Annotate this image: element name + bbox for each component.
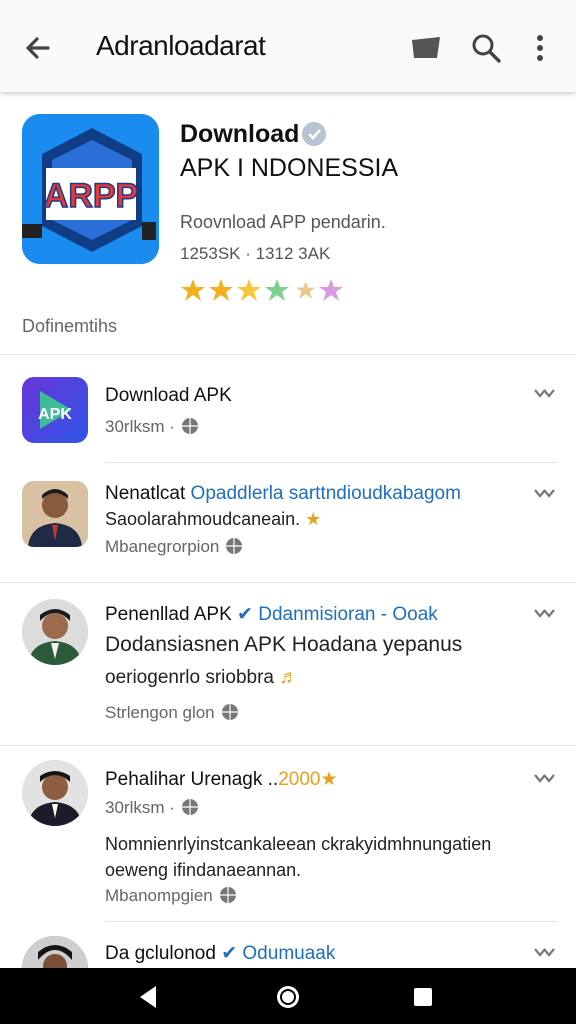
chevron-down-icon[interactable]	[532, 485, 556, 503]
system-nav-bar	[0, 968, 576, 1024]
chevron-down-icon[interactable]	[532, 770, 556, 788]
avatar	[22, 760, 88, 826]
item-subtitle: Saoolarahmoudcaneain. ★	[105, 509, 322, 529]
app-icon[interactable]: ARPP	[22, 114, 159, 264]
chevron-down-icon[interactable]	[532, 385, 556, 403]
star-icon	[209, 279, 233, 301]
item-subtitle: Nomnienrlyinstcankaleean ckrakyidmhnunga…	[105, 834, 492, 854]
svg-text:APK: APK	[38, 406, 72, 423]
app-header-card: ARPP Download APK I NDONESSIA Roovnload …	[0, 92, 576, 355]
globe-icon	[181, 418, 198, 434]
item-title: Penenllad APK ✔ Ddanmisioran - Ooak	[105, 604, 438, 625]
item-meta: 30rlksm ·	[105, 417, 199, 437]
app-bar: Adranloadarat	[0, 0, 576, 92]
chevron-down-icon[interactable]	[532, 944, 556, 962]
globe-icon	[221, 704, 238, 720]
list-item[interactable]: Nenatlcat Opaddlerla sarttndioudkabagom …	[0, 463, 576, 583]
list-item[interactable]: Penenllad APK ✔ Ddanmisioran - Ooak Doda…	[0, 583, 576, 745]
item-meta-2: Mbanompgien	[105, 886, 237, 906]
star-icon	[265, 279, 289, 301]
item-subtitle-2: oeriogenrlo sriobbra ♬	[105, 667, 299, 688]
app-stats: 1253SK · 1312 3AK	[180, 244, 331, 263]
more-vert-icon[interactable]	[520, 28, 560, 68]
app-description: Roovnload APP pendarin.	[180, 212, 386, 232]
svg-text:ARPP: ARPP	[44, 177, 138, 215]
globe-icon	[181, 799, 198, 815]
globe-icon	[219, 887, 236, 903]
avatar	[22, 936, 88, 968]
item-title: Da gclulonod ✔ Odumuaak	[105, 943, 336, 964]
rating-stars	[181, 279, 343, 301]
nav-home-icon[interactable]	[273, 982, 303, 1012]
list-item[interactable]: APK Download APK 30rlksm ·	[0, 355, 576, 463]
avatar	[22, 481, 88, 547]
chevron-down-icon[interactable]	[532, 605, 556, 623]
star-icon	[181, 279, 205, 301]
item-meta: 30rlksm ·	[105, 798, 199, 818]
page-title: Adranloadarat	[96, 30, 266, 61]
avatar	[22, 599, 88, 665]
back-arrow-icon[interactable]	[18, 28, 58, 68]
star-icon	[237, 279, 261, 301]
item-title: Nenatlcat Opaddlerla sarttndioudkabagom	[105, 483, 461, 504]
nav-back-icon[interactable]	[134, 982, 164, 1012]
item-meta: Strlengon glon	[105, 703, 239, 723]
app-name-line2: APK I NDONESSIA	[180, 154, 399, 182]
search-icon[interactable]	[466, 28, 506, 68]
nav-recents-icon[interactable]	[408, 982, 438, 1012]
item-meta: Mbanegrorpion	[105, 537, 243, 557]
app-avatar: APK	[22, 377, 88, 443]
item-title: Pehalihar Urenagk ..2000★	[105, 769, 338, 790]
globe-icon	[226, 538, 243, 554]
star-icon	[296, 281, 316, 299]
list-item[interactable]: Pehalihar Urenagk ..2000★ 30rlksm · Nomn…	[0, 746, 576, 921]
star-icon	[319, 279, 343, 301]
app-logo-graphic: ARPP	[22, 114, 159, 264]
item-subtitle-2: oeweng ifindanaeannan.	[105, 860, 302, 880]
list-item[interactable]: Da gclulonod ✔ Odumuaak	[0, 922, 576, 968]
item-subtitle: Dodansiasnen APK Hoadana yepanus	[105, 633, 463, 656]
item-title: Download APK	[105, 385, 232, 406]
cast-icon[interactable]	[406, 28, 446, 68]
section-label: Dofinemtihs	[22, 316, 118, 336]
verified-icon	[302, 122, 326, 146]
app-name-line1: Download	[180, 120, 300, 148]
